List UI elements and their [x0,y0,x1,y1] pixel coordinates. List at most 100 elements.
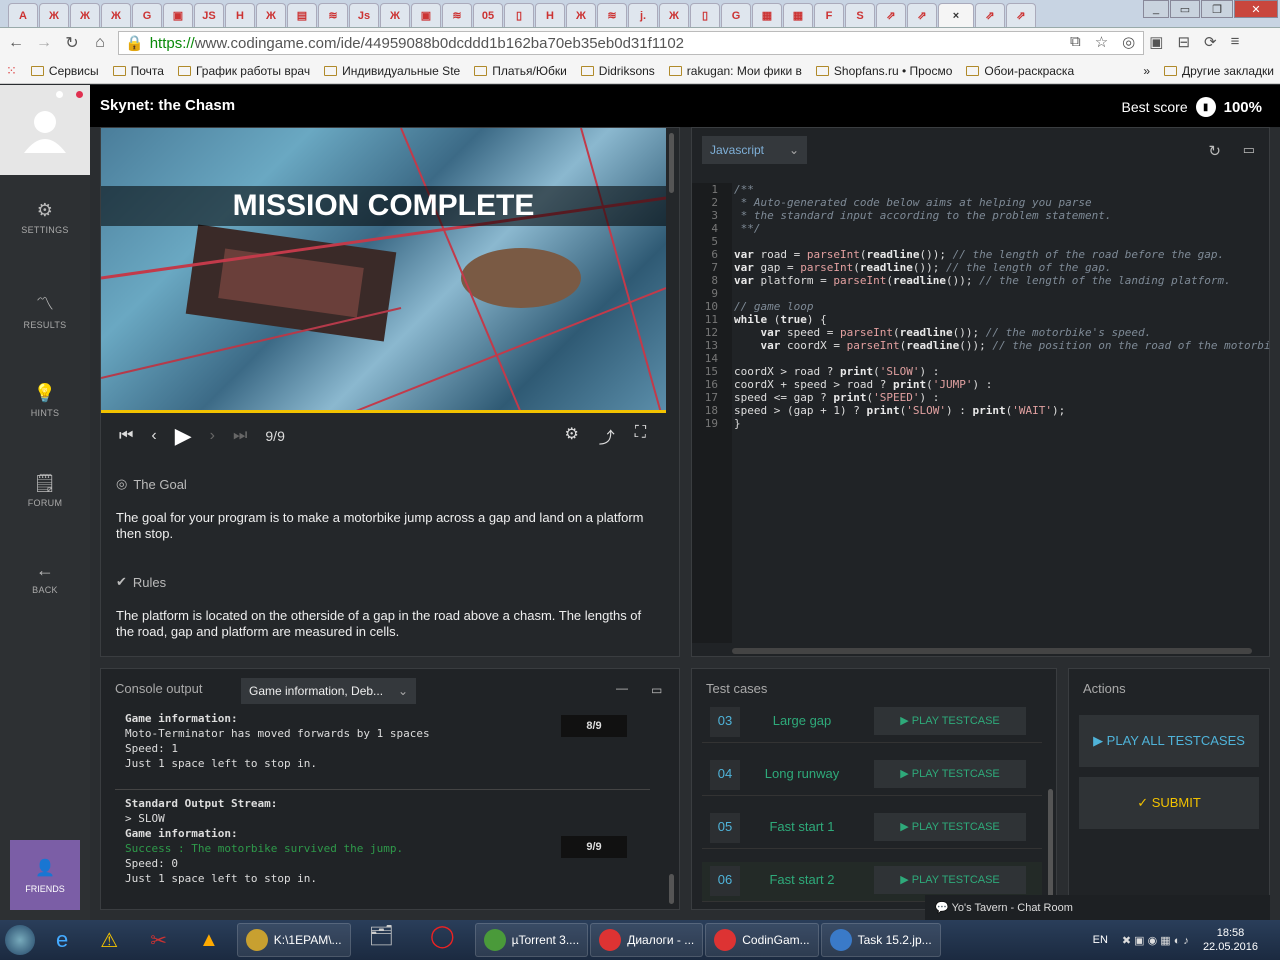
star-icon[interactable]: ☆ [1095,33,1108,51]
browser-tab[interactable]: Js [349,3,379,27]
browser-tab[interactable]: H [225,3,255,27]
bookmark-item[interactable]: Shopfans.ru • Просмо [815,64,952,78]
minimize-window-button[interactable]: _ [1143,0,1169,18]
browser-tab[interactable]: Ж [256,3,286,27]
tab-active[interactable]: × [938,3,974,27]
sidebar-item-settings[interactable]: ⚙ SETTINGS [0,200,90,235]
maximize-icon[interactable]: ▭ [1243,142,1255,158]
taskbar-window[interactable]: K:\1EPAM\... [236,923,351,957]
browser-tab[interactable]: ▯ [504,3,534,27]
test-case-row[interactable]: 05 Fast start 1 ▶ PLAY TESTCASE [702,809,1042,849]
bookmark-item[interactable]: Почта [112,64,164,78]
bookmark-item[interactable]: График работы врач [177,64,310,78]
app-icon[interactable]: ✂ [150,928,167,953]
browser-tab[interactable]: JS [194,3,224,27]
extension-icon[interactable]: ▣ [1149,33,1163,51]
app-icon[interactable]: ⚠ [100,928,118,953]
bookmarks-more[interactable]: » [1143,64,1150,78]
next-frame-icon[interactable]: › [210,427,215,445]
folder-icon[interactable]: 🗂 [369,923,394,957]
browser-tab[interactable]: ▤ [287,3,317,27]
play-icon[interactable]: ▶ [175,423,192,449]
sidebar-item-forum[interactable]: 🗒 FORUM [0,473,90,508]
taskbar-window[interactable]: Диалоги - ... [590,923,704,957]
browser-tab[interactable]: Ж [39,3,69,27]
sidebar-item-hints[interactable]: 💡 HINTS [0,383,90,418]
code-area[interactable]: 1 2 3 4 5 6 7 8 9 10 11 12 13 14 15 16 17 18 19 /** * Auto… [692,183,1271,643]
close-window-button[interactable]: ✕ [1234,0,1278,18]
browser-tab[interactable]: j. [628,3,658,27]
extension-icon[interactable]: ◎ [1122,33,1135,51]
first-frame-icon[interactable]: ⏮ [119,427,133,445]
share-icon[interactable]: ⤴ [599,424,615,448]
browser-tab[interactable]: 05 [473,3,503,27]
submit-button[interactable]: ✓ SUBMIT [1079,777,1259,829]
home-icon[interactable]: ⌂ [90,34,110,52]
bookmark-item[interactable]: Didriksons [580,64,655,78]
gear-icon[interactable]: ⚙ [564,424,578,448]
app-icon[interactable]: ▲ [199,929,219,952]
chat-room-bar[interactable]: 💬 Yo's Tavern - Chat Room [925,895,1270,920]
sidebar-item-back[interactable]: ← BACK [0,560,90,595]
test-case-row[interactable]: 04 Long runway ▶ PLAY TESTCASE [702,756,1042,796]
test-case-row[interactable]: 03 Large gap ▶ PLAY TESTCASE [702,703,1042,743]
bookmark-item[interactable]: rakugan: Мои фики в [668,64,802,78]
play-testcase-button[interactable]: ▶ PLAY TESTCASE [874,866,1026,894]
url-field[interactable]: 🔒 https:// www.codingame.com/ide/4495908… [118,31,1144,55]
extension-icon[interactable]: ⊟ [1177,33,1190,51]
translate-icon[interactable]: ⧉ [1070,33,1081,51]
taskbar-window[interactable]: CodinGam... [705,923,819,957]
browser-tab[interactable]: ≋ [442,3,472,27]
bookmark-item[interactable]: Индивидуальные Ste [324,64,460,78]
back-icon[interactable]: ← [6,34,26,52]
forward-icon[interactable]: → [34,34,54,52]
clock[interactable]: 18:58 22.05.2016 [1203,926,1258,954]
browser-tab[interactable]: Ж [380,3,410,27]
menu-icon[interactable]: ≡ [1231,33,1240,51]
code-lines[interactable]: /** * Auto-generated code below aims at … [734,183,1271,430]
apps-icon[interactable]: ⁙ [6,63,17,79]
sidebar-item-results[interactable]: 〽 RESULTS [0,290,90,330]
browser-tab[interactable]: A [8,3,38,27]
avatar[interactable] [0,85,90,175]
minimize-icon[interactable]: ▭ [1170,0,1200,18]
browser-tab[interactable]: ▣ [163,3,193,27]
browser-tab[interactable]: ▣ [411,3,441,27]
browser-tab[interactable]: ▦ [752,3,782,27]
browser-tab[interactable]: Ж [101,3,131,27]
play-all-testcases-button[interactable]: ▶ PLAY ALL TESTCASES [1079,715,1259,767]
browser-tab[interactable]: Ж [70,3,100,27]
browser-tab[interactable]: Ж [566,3,596,27]
browser-tab[interactable]: G [721,3,751,27]
browser-tab[interactable]: ≋ [597,3,627,27]
input-language[interactable]: EN [1093,934,1108,946]
last-frame-icon[interactable]: ⏭ [233,427,247,445]
play-testcase-button[interactable]: ▶ PLAY TESTCASE [874,707,1026,735]
tray-icons[interactable]: ✖ ▣ ◉ ▦ ◐ ♪ [1122,934,1189,947]
bookmark-item[interactable]: Сервисы [30,64,99,78]
taskbar-window[interactable]: µTorrent 3.... [474,923,589,957]
language-select[interactable]: Javascript ⌄ [702,136,807,164]
fullscreen-icon[interactable]: ⛶ [635,424,646,448]
browser-tab[interactable]: F [814,3,844,27]
browser-tab[interactable]: ⇗ [1006,3,1036,27]
opera-icon[interactable]: ◯ [430,923,455,957]
browser-tab[interactable]: ≋ [318,3,348,27]
minimize-panel-icon[interactable]: — [616,681,628,695]
taskbar-window[interactable]: Task 15.2.jp... [820,923,941,957]
play-testcase-button[interactable]: ▶ PLAY TESTCASE [874,760,1026,788]
browser-tab[interactable]: G [132,3,162,27]
browser-tab[interactable]: ⇗ [876,3,906,27]
restore-window-button[interactable]: ❐ [1201,0,1233,18]
friends-button[interactable]: 👤 FRIENDS [10,840,80,910]
maximize-icon[interactable]: ▭ [651,683,662,697]
browser-tab[interactable]: ▦ [783,3,813,27]
ie-icon[interactable]: e [56,927,68,953]
start-button[interactable] [0,920,40,960]
test-cases-scrollbar[interactable] [1048,789,1053,899]
bookmark-item[interactable]: Платья/Юбки [474,64,567,78]
viewer-scrollbar[interactable] [669,133,674,193]
browser-tab[interactable]: H [535,3,565,27]
bookmark-item[interactable]: Обои-раскраска [966,64,1074,78]
editor-horizontal-scrollbar[interactable] [732,648,1252,654]
